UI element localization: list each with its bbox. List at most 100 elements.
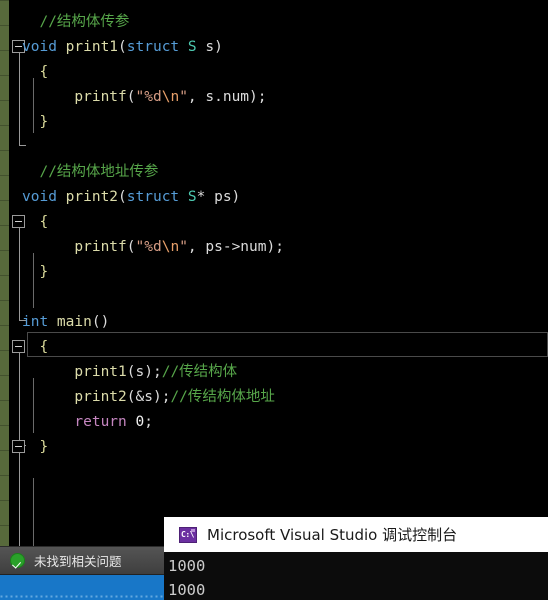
code-line[interactable]: void print2(struct S* ps) xyxy=(0,185,548,210)
code-token: //结构体传参 xyxy=(22,14,130,30)
console-app-icon xyxy=(179,526,197,543)
code-token: } xyxy=(22,264,49,280)
code-line-text: //结构体地址传参 xyxy=(22,160,158,185)
code-token: () xyxy=(91,314,110,330)
code-token: print2 xyxy=(74,389,127,405)
code-token: ) xyxy=(152,389,162,405)
code-token: ( xyxy=(126,239,136,255)
code-line[interactable]: } xyxy=(0,260,548,285)
code-token: " xyxy=(179,89,188,105)
code-token: struct xyxy=(126,189,188,205)
code-token: print1 xyxy=(74,364,127,380)
code-line[interactable]: } xyxy=(0,435,548,460)
code-token: void xyxy=(22,39,66,55)
console-title-bar[interactable]: Microsoft Visual Studio 调试控制台 xyxy=(164,517,548,552)
code-token: s xyxy=(196,39,215,55)
status-bar-text: 未找到相关问题 xyxy=(34,554,122,569)
code-line-text: int main() xyxy=(22,310,109,335)
code-token: ( xyxy=(126,389,136,405)
code-line-text: printf("%d\n", ps->num); xyxy=(22,235,284,260)
code-token: //传结构体 xyxy=(161,364,238,380)
code-token: //传结构体地址 xyxy=(170,389,275,405)
code-token: S xyxy=(187,189,197,205)
code-line[interactable]: return 0; xyxy=(0,410,548,435)
code-token: { xyxy=(22,64,49,80)
code-token: //结构体地址传参 xyxy=(22,164,159,180)
code-token: { xyxy=(22,339,49,355)
check-circle-icon xyxy=(10,553,25,568)
code-token: ; xyxy=(144,414,153,430)
code-token: ( xyxy=(118,39,127,55)
code-token: } xyxy=(22,114,49,130)
error-list-status-bar[interactable]: 未找到相关问题 xyxy=(0,546,164,575)
code-line[interactable]: printf("%d\n", s.num); xyxy=(0,85,548,110)
code-token: printf xyxy=(74,89,127,105)
code-token: main xyxy=(56,314,92,330)
code-token: s xyxy=(135,364,145,380)
debug-console-window[interactable]: Microsoft Visual Studio 调试控制台 1000 1000 xyxy=(164,517,548,600)
code-token: ) xyxy=(266,239,276,255)
code-line[interactable]: print2(&s);//传结构体地址 xyxy=(0,385,548,410)
code-line-text: } xyxy=(22,260,48,285)
code-line[interactable]: { xyxy=(0,335,548,360)
code-token: struct xyxy=(126,39,188,55)
code-line-text: { xyxy=(22,210,48,235)
code-line-text: void print2(struct S* ps) xyxy=(22,185,240,210)
code-token: ) xyxy=(214,39,223,55)
code-editor[interactable]: //结构体传参 void print1(struct S s) { printf(… xyxy=(0,0,548,600)
code-line[interactable]: } xyxy=(0,110,548,135)
code-line[interactable]: { xyxy=(0,60,548,85)
code-line[interactable]: int main() xyxy=(0,310,548,335)
console-output-line: 1000 xyxy=(168,581,206,599)
console-output: 1000 1000 xyxy=(164,552,548,600)
code-text-area[interactable]: //结构体传参 void print1(struct S s) { printf(… xyxy=(0,0,548,600)
code-line-text: { xyxy=(22,60,48,85)
code-line[interactable]: //结构体传参 xyxy=(0,10,548,35)
code-token: print2 xyxy=(65,189,119,205)
code-line[interactable] xyxy=(0,135,548,160)
code-line-text: } xyxy=(22,110,48,135)
code-token: ( xyxy=(126,364,136,380)
code-line-text: print1(s);//传结构体 xyxy=(22,360,237,385)
code-line[interactable]: //结构体地址传参 xyxy=(0,160,548,185)
code-token: ) xyxy=(231,189,241,205)
code-token: print1 xyxy=(65,39,119,55)
code-token: ) xyxy=(144,364,153,380)
code-token: { xyxy=(22,214,49,230)
code-line[interactable]: printf("%d\n", ps->num); xyxy=(0,235,548,260)
code-token: printf xyxy=(74,239,127,255)
code-token: ( xyxy=(126,89,136,105)
code-line[interactable]: void print1(struct S s) xyxy=(0,35,548,60)
code-line[interactable]: print1(s);//传结构体 xyxy=(0,360,548,385)
console-output-line: 1000 xyxy=(168,557,206,575)
code-line-text: print2(&s);//传结构体地址 xyxy=(22,385,275,410)
code-line[interactable] xyxy=(0,0,548,10)
code-token: ; xyxy=(257,89,267,105)
code-token: void xyxy=(22,189,66,205)
code-token: * ps xyxy=(196,189,232,205)
code-token: , xyxy=(187,89,206,105)
code-token: S xyxy=(187,39,197,55)
code-token: } xyxy=(22,439,49,455)
code-token: s.num xyxy=(205,89,250,105)
code-line[interactable]: { xyxy=(0,210,548,235)
code-token: "%d xyxy=(135,89,162,105)
code-token: , xyxy=(187,239,206,255)
code-token: ; xyxy=(152,364,162,380)
code-token: " xyxy=(179,239,188,255)
code-line[interactable] xyxy=(0,285,548,310)
code-token: "%d xyxy=(135,239,162,255)
code-token: &s xyxy=(135,389,153,405)
code-token: ps->num xyxy=(205,239,267,255)
code-line-text: printf("%d\n", s.num); xyxy=(22,85,267,110)
code-line-text: } xyxy=(22,435,48,460)
code-line-text: return 0; xyxy=(22,410,153,435)
code-line-text: void print1(struct S s) xyxy=(22,35,223,60)
code-token: 0 xyxy=(135,414,145,430)
code-token: ( xyxy=(118,189,127,205)
